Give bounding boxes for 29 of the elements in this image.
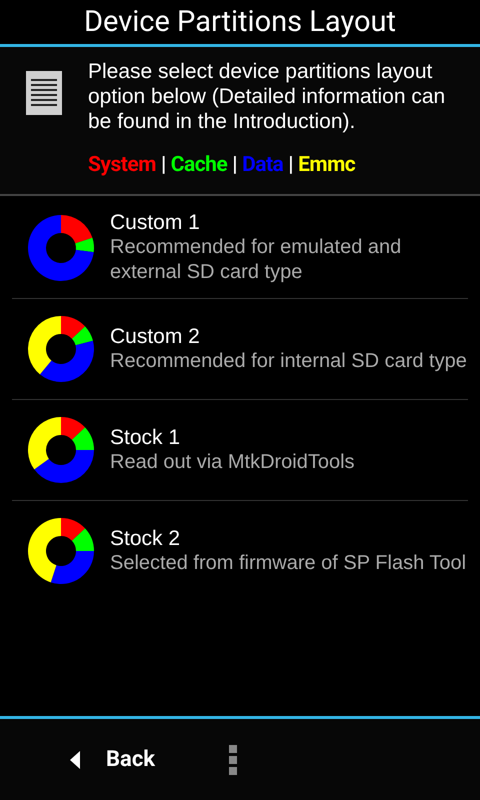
option-title: Stock 1 [110,424,182,450]
legend-separator: | [160,152,166,179]
donut-chart-icon [27,517,95,585]
legend-label: System [88,152,156,179]
more-options-icon[interactable] [229,744,238,774]
option-title: Stock 2 [110,526,182,551]
back-button[interactable]: Back [70,743,156,776]
option-description: Recommended for emulated and external SD card type [110,235,402,285]
layout-option[interactable]: Stock 2 Selected from firmware of SP Flash Tool [12,500,468,602]
donut-chart-icon [27,416,95,484]
layout-option[interactable]: Custom 2 Recommended for internal SD card type [12,298,468,400]
intro-text: Please select device partitions layout option below (Detailed information can be found in the Introduction). [88,59,446,134]
legend-label: Emmc [298,152,356,179]
layout-option[interactable]: Stock 1 Read out via MtkDroidTools [12,400,468,500]
legend-separator: | [232,152,238,179]
legend-separator: | [288,152,294,179]
option-description: Read out via MtkDroidTools [110,450,356,474]
option-title: Custom 2 [110,324,201,348]
legend-label: Data [242,152,284,179]
legend-label: Cache [170,152,228,179]
document-icon [26,71,62,115]
back-arrow-icon [70,750,80,768]
layout-option[interactable]: Custom 1 Recommended for emulated and external SD card type [12,198,468,298]
option-description: Recommended for internal SD card type [110,348,468,374]
donut-chart-icon [27,214,95,282]
option-title: Custom 1 [110,210,201,235]
donut-chart-icon [27,314,95,382]
option-description: Selected from firmware of SP Flash Tool [110,551,468,576]
window-title: Device Partitions Layout [84,8,396,36]
